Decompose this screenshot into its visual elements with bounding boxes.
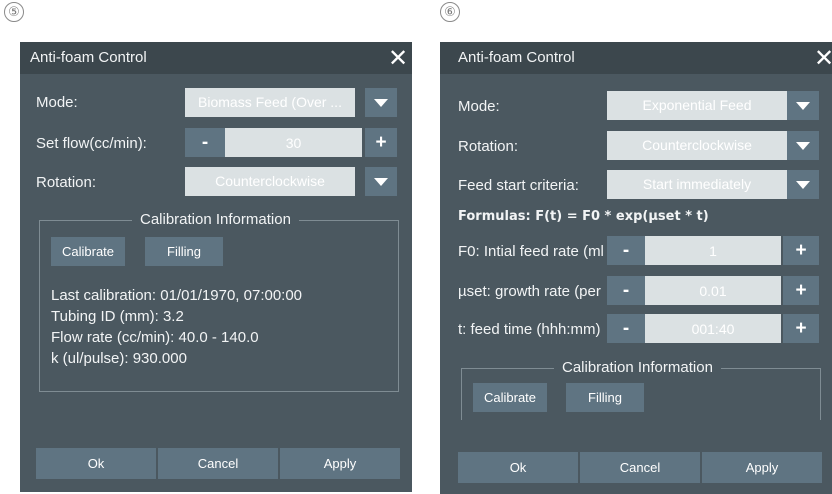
close-icon[interactable]: ✕ <box>386 44 410 72</box>
dialog-header: Anti-foam Control ✕ <box>440 42 832 74</box>
flow-value-field[interactable]: 30 <box>225 128 362 157</box>
dropdown-caret-icon <box>374 98 388 107</box>
mode-dropdown-button[interactable] <box>365 88 397 117</box>
dropdown-caret-icon <box>796 141 810 150</box>
t-label: t: feed time (hhh:mm) <box>458 321 601 338</box>
mu-value-field[interactable]: 0.01 <box>645 276 781 305</box>
t-decrement-button[interactable]: - <box>607 314 645 343</box>
anti-foam-dialog-5: Anti-foam Control ✕ Mode: Biomass Feed (… <box>20 42 412 492</box>
t-value-field[interactable]: 001:40 <box>645 314 781 343</box>
flow-increment-button[interactable]: + <box>365 128 397 157</box>
dialog-header: Anti-foam Control ✕ <box>20 42 412 74</box>
rotation-label: Rotation: <box>36 174 97 191</box>
rotation-dropdown-button[interactable] <box>787 131 819 160</box>
rotation-select[interactable]: Counterclockwise <box>607 131 787 160</box>
f0-label: F0: Intial feed rate (ml <box>458 243 604 260</box>
cancel-button[interactable]: Cancel <box>158 448 278 479</box>
f0-value-field[interactable]: 1 <box>645 236 781 265</box>
apply-button[interactable]: Apply <box>702 452 822 483</box>
t-increment-button[interactable]: + <box>783 314 819 343</box>
dialog-title: Anti-foam Control <box>30 49 147 66</box>
calibration-title: Calibration Information <box>554 359 721 376</box>
dropdown-caret-icon <box>796 101 810 110</box>
dialog-title: Anti-foam Control <box>458 49 575 66</box>
rotation-dropdown-button[interactable] <box>365 167 397 196</box>
feed-start-label: Feed start criteria: <box>458 177 579 194</box>
f0-decrement-button[interactable]: - <box>607 236 645 265</box>
feed-start-select[interactable]: Start immediately <box>607 170 787 199</box>
calibration-title: Calibration Information <box>132 211 299 228</box>
mode-label: Mode: <box>36 94 78 111</box>
rotation-value: Counterclockwise <box>642 137 752 153</box>
dropdown-caret-icon <box>796 180 810 189</box>
k-value-text: k (ul/pulse): 930.000 <box>51 350 187 367</box>
filling-button[interactable]: Filling <box>145 237 223 266</box>
calibrate-button[interactable]: Calibrate <box>51 237 125 266</box>
feed-start-value: Start immediately <box>642 176 752 192</box>
mode-value: Biomass Feed (Over ... <box>198 94 342 110</box>
feed-start-dropdown-button[interactable] <box>787 170 819 199</box>
dropdown-caret-icon <box>374 177 388 186</box>
mode-value: Exponential Feed <box>642 97 752 113</box>
step-number-5: ⑤ <box>4 2 24 22</box>
flow-decrement-button[interactable]: - <box>185 128 225 157</box>
mu-label: µset: growth rate (per <box>458 283 601 300</box>
apply-button[interactable]: Apply <box>280 448 400 479</box>
anti-foam-dialog-6: Anti-foam Control ✕ Mode: Exponential Fe… <box>440 42 832 494</box>
last-calibration-text: Last calibration: 01/01/1970, 07:00:00 <box>51 287 303 304</box>
rotation-select[interactable]: Counterclockwise <box>185 167 355 196</box>
mu-increment-button[interactable]: + <box>783 276 819 305</box>
calibrate-button[interactable]: Calibrate <box>473 383 547 412</box>
rotation-label: Rotation: <box>458 138 519 155</box>
tubing-id-text: Tubing ID (mm): 3.2 <box>51 308 184 325</box>
mode-label: Mode: <box>458 98 500 115</box>
rotation-value: Counterclockwise <box>215 173 325 189</box>
flow-rate-text: Flow rate (cc/min): 40.0 - 140.0 <box>51 329 259 346</box>
set-flow-label: Set flow(cc/min): <box>36 135 147 152</box>
formula-text: Formulas: F(t) = F0 * exp(µset * t) <box>458 209 709 224</box>
f0-increment-button[interactable]: + <box>783 236 819 265</box>
mu-decrement-button[interactable]: - <box>607 276 645 305</box>
cancel-button[interactable]: Cancel <box>580 452 700 483</box>
mode-select[interactable]: Exponential Feed <box>607 91 787 120</box>
close-icon[interactable]: ✕ <box>812 44 832 72</box>
ok-button[interactable]: Ok <box>458 452 578 483</box>
mode-dropdown-button[interactable] <box>787 91 819 120</box>
filling-button[interactable]: Filling <box>566 383 644 412</box>
mode-select[interactable]: Biomass Feed (Over ... <box>185 88 355 117</box>
step-number-6: ⑥ <box>440 2 460 22</box>
ok-button[interactable]: Ok <box>36 448 156 479</box>
